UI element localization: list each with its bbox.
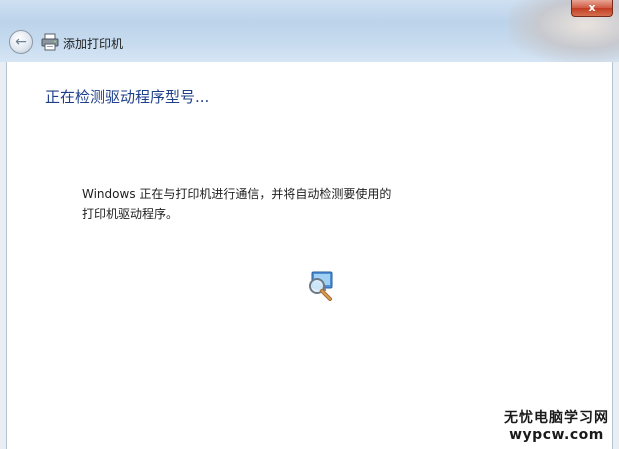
title-bar: x ← 添加打印机 bbox=[0, 0, 619, 62]
status-description: Windows 正在与打印机进行通信，并将自动检测要使用的 打印机驱动程序。 bbox=[82, 184, 412, 224]
wizard-content bbox=[6, 62, 613, 449]
close-button[interactable]: x bbox=[571, 0, 613, 17]
printer-icon bbox=[41, 33, 59, 51]
window-border-right bbox=[613, 62, 619, 449]
add-printer-window: x ← 添加打印机 正在检测驱动程序型号... Windows 正在与打印机进行… bbox=[0, 0, 619, 449]
description-line-1: Windows 正在与打印机进行通信，并将自动检测要使用的 bbox=[82, 187, 392, 201]
window-title: 添加打印机 bbox=[63, 37, 124, 51]
back-arrow-icon: ← bbox=[15, 34, 27, 50]
driver-search-icon bbox=[309, 271, 333, 301]
watermark-url: wypcw.com bbox=[509, 427, 604, 443]
back-button[interactable]: ← bbox=[9, 30, 33, 54]
description-line-2: 打印机驱动程序。 bbox=[82, 207, 179, 221]
page-title: 正在检测驱动程序型号... bbox=[45, 88, 210, 106]
watermark-site-name: 无忧电脑学习网 bbox=[504, 410, 609, 426]
watermark: 无忧电脑学习网 wypcw.com bbox=[504, 407, 609, 443]
